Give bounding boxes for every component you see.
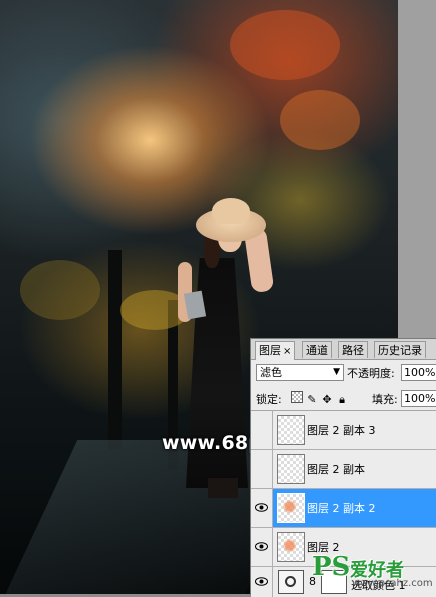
fill-input[interactable]: 100% bbox=[401, 390, 436, 407]
workspace-background bbox=[398, 0, 436, 338]
fill-label: 填充: bbox=[372, 393, 398, 406]
tab-paths[interactable]: 路径 bbox=[338, 341, 368, 358]
shoes bbox=[208, 478, 238, 498]
layer-thumbnail bbox=[277, 454, 305, 484]
opacity-label: 不透明度: bbox=[347, 367, 395, 380]
logo-ps: PS bbox=[312, 552, 351, 582]
blend-mode-select[interactable]: 滤色 ▼ bbox=[256, 364, 344, 381]
layer-row[interactable]: 图层 2 副本 3 bbox=[251, 411, 436, 450]
tab-label: 历史记录 bbox=[378, 344, 422, 357]
layer-thumbnail bbox=[277, 532, 305, 562]
tab-label: 路径 bbox=[342, 344, 364, 357]
lock-icons: ✎ ✥ 🔒︎ bbox=[291, 391, 351, 406]
site-logo: PS 爱好者 www.psahz.com bbox=[312, 552, 436, 594]
tab-channels[interactable]: 通道 bbox=[302, 341, 332, 358]
visibility-toggle[interactable] bbox=[251, 528, 273, 566]
lock-label: 锁定: bbox=[256, 393, 282, 406]
layer-row-selected[interactable]: 图层 2 副本 2 bbox=[251, 489, 436, 528]
opacity-input[interactable]: 100% bbox=[401, 364, 436, 381]
close-icon[interactable]: × bbox=[283, 346, 291, 357]
visibility-toggle[interactable] bbox=[251, 450, 273, 488]
lock-transparency-icon[interactable] bbox=[291, 391, 303, 403]
panel-tabs: 图层 × 通道 路径 历史记录 bbox=[251, 339, 436, 360]
layer-name: 图层 2 副本 2 bbox=[307, 502, 376, 515]
visibility-toggle[interactable] bbox=[251, 489, 273, 527]
sun-hat-crown bbox=[212, 198, 250, 224]
tab-layers[interactable]: 图层 × bbox=[255, 341, 296, 360]
blend-row: 滤色 ▼ 不透明度: 100% bbox=[251, 362, 436, 384]
adjustment-icon bbox=[278, 570, 304, 594]
visibility-toggle[interactable] bbox=[251, 411, 273, 449]
tab-label: 图层 bbox=[259, 344, 281, 357]
eye-icon bbox=[255, 577, 268, 586]
layer-thumbnail bbox=[277, 493, 305, 523]
lock-icon[interactable]: 🔒︎ bbox=[336, 394, 348, 406]
eye-icon bbox=[255, 542, 268, 551]
tab-label: 通道 bbox=[306, 344, 328, 357]
move-icon[interactable]: ✥ bbox=[321, 394, 333, 406]
lock-row: 锁定: ✎ ✥ 🔒︎ 填充: 100% bbox=[251, 388, 436, 411]
logo-url: www.psahz.com bbox=[352, 578, 433, 589]
layer-row[interactable]: 图层 2 副本 bbox=[251, 450, 436, 489]
visibility-toggle[interactable] bbox=[251, 567, 273, 597]
eye-icon bbox=[255, 503, 268, 512]
layer-name: 图层 2 副本 bbox=[307, 463, 365, 476]
blend-mode-value: 滤色 bbox=[260, 366, 282, 379]
chevron-down-icon: ▼ bbox=[333, 367, 340, 377]
brush-icon[interactable]: ✎ bbox=[306, 394, 318, 406]
layer-name: 图层 2 副本 3 bbox=[307, 424, 376, 437]
tab-history[interactable]: 历史记录 bbox=[374, 341, 426, 358]
layer-thumbnail bbox=[277, 415, 305, 445]
